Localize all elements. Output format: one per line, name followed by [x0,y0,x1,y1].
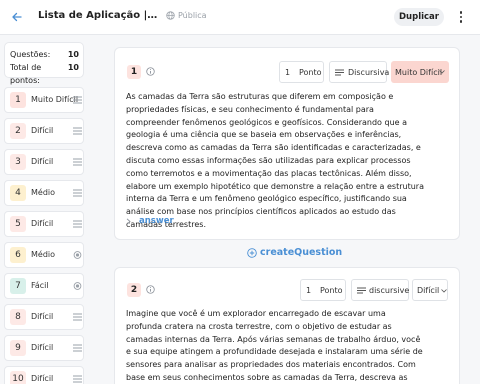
radio-icon [73,282,82,290]
points-value: 1 [285,67,291,77]
question-type-label: Discursiva [348,67,390,77]
more-vert-icon [459,11,463,14]
answer-label: answer [139,216,174,226]
questions-count-label: Questões: [10,50,51,59]
question-difficulty: Médio [31,188,56,197]
question-number-badge: 4 [10,185,26,201]
points-value: 1 [306,285,312,295]
question-difficulty: Fácil [31,281,49,290]
sidebar-question-item[interactable]: 2 Difícil [4,118,84,144]
lines-icon [73,96,82,104]
points-input[interactable]: 1 Ponto [279,61,324,83]
visibility-label: Pública [178,11,207,20]
chevron-down-icon [441,289,447,293]
visibility-status: Pública [166,11,207,20]
question-number-badge: 5 [10,216,26,232]
points-input[interactable]: 1 Ponto [300,279,346,301]
arrow-left-icon [12,12,22,22]
duplicate-button[interactable]: Duplicar [394,8,444,26]
info-icon[interactable] [146,67,155,76]
sidebar-question-item[interactable]: 9 Difícil [4,335,84,361]
text-lines-icon [335,69,344,76]
answer-toggle[interactable]: answer [126,216,174,226]
question-difficulty: Difícil [31,126,54,135]
globe-icon [166,11,175,20]
question-difficulty: Muito Difícil [31,95,79,104]
sidebar-question-item[interactable]: 3 Difícil [4,149,84,175]
lines-icon [73,313,82,321]
question-type-select[interactable]: discursive [351,279,409,301]
question-number-badge: 8 [10,309,26,325]
difficulty-label: Difícil [417,285,440,295]
chevron-right-icon [126,217,131,225]
question-difficulty: Difícil [31,343,54,352]
more-options-button[interactable] [454,8,468,26]
lines-icon [73,344,82,352]
chevron-down-icon [439,70,445,74]
total-points-value: 10 [67,63,79,72]
question-number-badge: 9 [10,340,26,356]
question-difficulty: Difícil [31,374,54,383]
total-points-label: Total de pontos: [10,63,42,85]
question-number-badge: 7 [10,278,26,294]
question-number-badge: 3 [10,154,26,170]
radio-icon [73,251,82,259]
question-card: 2 1 Ponto discursive Difícil Imagine que… [114,267,460,384]
back-button[interactable] [8,8,26,26]
question-number-badge: 1 [10,92,26,108]
question-text: Imagine que você é um explorador encarre… [126,309,423,382]
info-icon[interactable] [146,285,155,294]
text-lines-icon [357,287,366,294]
question-text: As camadas da Terra são estruturas que d… [126,92,424,229]
plus-circle-icon [247,247,257,258]
create-question-label: createQuestion [260,247,343,258]
lines-icon [73,158,82,166]
top-bar: Lista de Aplicação | Camadas da Terra Pú… [0,0,480,35]
question-type-label: discursive [369,285,410,295]
question-difficulty: Difícil [31,219,54,228]
page-title: Lista de Aplicação | Camadas da Terra [38,10,160,21]
question-difficulty: Médio [31,250,56,259]
question-number-badge: 2 [10,123,26,139]
create-question-button[interactable]: createQuestion [247,247,342,258]
question-difficulty: Difícil [31,157,54,166]
sidebar-question-item[interactable]: 1 Muito Difícil [4,87,84,113]
question-card: 1 1 Ponto Discursiva Muito Difícil As ca… [114,47,460,240]
question-number-badge: 6 [10,247,26,263]
lines-icon [73,375,82,383]
sidebar-question-item[interactable]: 8 Difícil [4,304,84,330]
points-unit: Ponto [299,67,322,77]
lines-icon [73,127,82,135]
points-unit: Ponto [320,285,343,295]
difficulty-select[interactable]: Difícil [412,279,448,301]
question-type-select[interactable]: Discursiva [329,61,390,83]
question-difficulty: Difícil [31,312,54,321]
sidebar-question-item[interactable]: 4 Médio [4,180,84,206]
sidebar-question-item[interactable]: 10 Difícil [4,366,84,384]
questions-count-value: 10 [67,50,79,59]
question-number-badge: 10 [10,371,26,384]
question-number: 1 [127,65,141,79]
difficulty-label: Muito Difícil [395,67,443,77]
lines-icon [73,220,82,228]
lines-icon [73,189,82,197]
difficulty-select[interactable]: Muito Difícil [391,61,449,83]
sidebar-question-item[interactable]: 5 Difícil [4,211,84,237]
sidebar-question-item[interactable]: 6 Médio [4,242,84,268]
question-number: 2 [127,283,141,297]
stats-panel: Questões: 10 Total de pontos: 10 [4,42,84,85]
sidebar-question-item[interactable]: 7 Fácil [4,273,84,299]
